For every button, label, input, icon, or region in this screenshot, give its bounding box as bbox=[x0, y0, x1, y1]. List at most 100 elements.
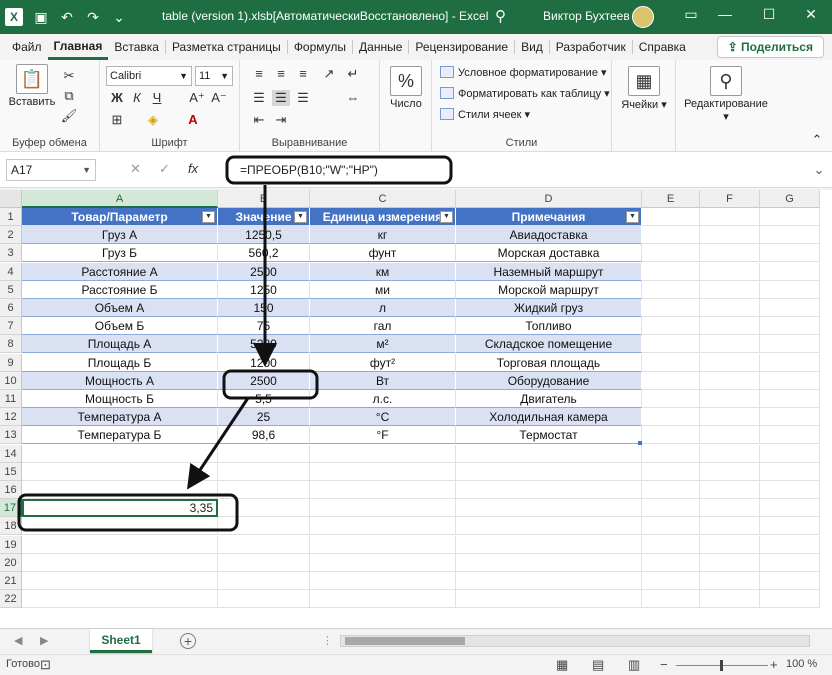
empty-cell[interactable] bbox=[700, 590, 760, 609]
zoom-in-icon[interactable]: + bbox=[770, 657, 778, 672]
bold-button[interactable]: Ж bbox=[108, 90, 126, 105]
empty-cell[interactable] bbox=[310, 517, 456, 536]
table-cell[interactable]: 1250,5 bbox=[218, 226, 310, 245]
table-cell[interactable]: Морской маршрут bbox=[456, 280, 642, 299]
empty-cell[interactable] bbox=[22, 572, 218, 590]
empty-cell[interactable] bbox=[700, 335, 760, 354]
empty-cell[interactable] bbox=[642, 462, 700, 481]
empty-cell[interactable] bbox=[760, 408, 820, 427]
empty-cell[interactable] bbox=[642, 244, 700, 263]
undo-icon[interactable]: ↶ bbox=[54, 9, 80, 26]
empty-cell[interactable] bbox=[218, 553, 310, 572]
font-name-select[interactable]: Calibri ▼ bbox=[106, 66, 192, 86]
table-cell[interactable]: 150 bbox=[218, 299, 310, 317]
empty-cell[interactable] bbox=[310, 499, 456, 518]
table-cell[interactable]: Температура Б bbox=[22, 426, 218, 445]
empty-cell[interactable] bbox=[22, 517, 218, 536]
table-cell[interactable]: Оборудование bbox=[456, 371, 642, 390]
empty-cell[interactable] bbox=[456, 481, 642, 499]
font-grow-icon[interactable]: A⁺ bbox=[188, 90, 206, 106]
empty-cell[interactable] bbox=[310, 444, 456, 463]
table-header-cell[interactable]: Единица измерения ▼ bbox=[310, 208, 456, 226]
empty-cell[interactable] bbox=[456, 462, 642, 481]
empty-cell[interactable] bbox=[22, 535, 218, 554]
empty-cell[interactable] bbox=[642, 517, 700, 536]
table-cell[interactable]: Складское помещение bbox=[456, 335, 642, 354]
row-header-16[interactable]: 16 bbox=[0, 481, 22, 499]
next-sheet-icon[interactable]: ▶ bbox=[40, 634, 48, 647]
table-cell[interactable]: 560,2 bbox=[218, 244, 310, 263]
empty-cell[interactable] bbox=[218, 572, 310, 590]
empty-cell[interactable] bbox=[642, 499, 700, 518]
number-format-button[interactable]: % Число bbox=[388, 66, 424, 110]
empty-cell[interactable] bbox=[700, 244, 760, 263]
row-header-4[interactable]: 4 bbox=[0, 262, 22, 281]
copy-icon[interactable]: ⧉ bbox=[60, 88, 78, 104]
empty-cell[interactable] bbox=[22, 590, 218, 609]
empty-cell[interactable] bbox=[456, 553, 642, 572]
underline-button[interactable]: Ч bbox=[148, 90, 166, 105]
redo-icon[interactable]: ↷ bbox=[80, 9, 106, 26]
empty-cell[interactable] bbox=[218, 517, 310, 536]
table-cell[interactable]: Груз Б bbox=[22, 244, 218, 263]
filter-dropdown-icon[interactable]: ▼ bbox=[626, 211, 639, 223]
empty-cell[interactable] bbox=[218, 499, 310, 518]
row-header-17[interactable]: 17 bbox=[0, 499, 22, 518]
align-center-icon[interactable]: ☰ bbox=[272, 90, 290, 106]
empty-cell[interactable] bbox=[456, 572, 642, 590]
tab-insert[interactable]: Вставка bbox=[108, 34, 165, 60]
paste-button[interactable]: 📋 Вставить bbox=[6, 64, 58, 108]
row-header-2[interactable]: 2 bbox=[0, 226, 22, 245]
column-header-f[interactable]: F bbox=[700, 190, 760, 208]
table-cell[interactable]: Расстояние А bbox=[22, 262, 218, 281]
row-header-1[interactable]: 1 bbox=[0, 208, 22, 226]
empty-cell[interactable] bbox=[218, 462, 310, 481]
filter-dropdown-icon[interactable]: ▼ bbox=[202, 211, 215, 223]
row-header-15[interactable]: 15 bbox=[0, 462, 22, 481]
table-cell[interactable]: 1200 bbox=[218, 353, 310, 372]
decrease-indent-icon[interactable]: ⇤ bbox=[250, 112, 268, 128]
empty-cell[interactable] bbox=[760, 280, 820, 299]
empty-cell[interactable] bbox=[700, 481, 760, 499]
empty-cell[interactable] bbox=[760, 244, 820, 263]
select-all-button[interactable] bbox=[0, 190, 22, 208]
column-header-g[interactable]: G bbox=[760, 190, 820, 208]
tab-developer[interactable]: Разработчик bbox=[550, 34, 632, 60]
table-header-cell[interactable]: Товар/Параметр ▼ bbox=[22, 208, 218, 226]
name-box[interactable]: A17 ▼ bbox=[6, 159, 96, 181]
table-cell[interactable]: Двигатель bbox=[456, 390, 642, 408]
table-cell[interactable]: м² bbox=[310, 335, 456, 354]
empty-cell[interactable] bbox=[642, 371, 700, 390]
empty-cell[interactable] bbox=[218, 481, 310, 499]
tab-page-layout[interactable]: Разметка страницы bbox=[166, 34, 287, 60]
merge-icon[interactable]: ⇔ bbox=[344, 90, 362, 105]
font-size-select[interactable]: 11 ▼ bbox=[195, 66, 233, 86]
empty-cell[interactable] bbox=[310, 590, 456, 609]
zoom-out-icon[interactable]: − bbox=[660, 657, 668, 672]
table-cell[interactable]: Температура А bbox=[22, 408, 218, 427]
empty-cell[interactable] bbox=[22, 481, 218, 499]
column-header-a[interactable]: A bbox=[22, 190, 218, 208]
empty-cell[interactable] bbox=[760, 553, 820, 572]
empty-cell[interactable] bbox=[760, 299, 820, 317]
table-cell[interactable]: фунт bbox=[310, 244, 456, 263]
column-header-c[interactable]: C bbox=[310, 190, 456, 208]
empty-cell[interactable] bbox=[218, 444, 310, 463]
table-cell[interactable]: Наземный маршрут bbox=[456, 262, 642, 281]
empty-cell[interactable] bbox=[760, 444, 820, 463]
fill-color-icon[interactable]: ◈ bbox=[144, 112, 162, 128]
empty-cell[interactable] bbox=[760, 517, 820, 536]
empty-cell[interactable] bbox=[700, 299, 760, 317]
table-cell[interactable]: л.с. bbox=[310, 390, 456, 408]
table-cell[interactable]: Мощность А bbox=[22, 371, 218, 390]
row-header-12[interactable]: 12 bbox=[0, 408, 22, 427]
empty-cell[interactable] bbox=[760, 208, 820, 226]
empty-cell[interactable] bbox=[310, 553, 456, 572]
empty-cell[interactable] bbox=[700, 353, 760, 372]
accessibility-icon[interactable]: ⊡ bbox=[40, 657, 51, 673]
table-cell[interactable]: км bbox=[310, 262, 456, 281]
row-header-7[interactable]: 7 bbox=[0, 317, 22, 336]
conditional-formatting-button[interactable]: Условное форматирование ▾ bbox=[440, 66, 607, 79]
align-left-icon[interactable]: ☰ bbox=[250, 90, 268, 106]
table-cell[interactable]: 75 bbox=[218, 317, 310, 336]
